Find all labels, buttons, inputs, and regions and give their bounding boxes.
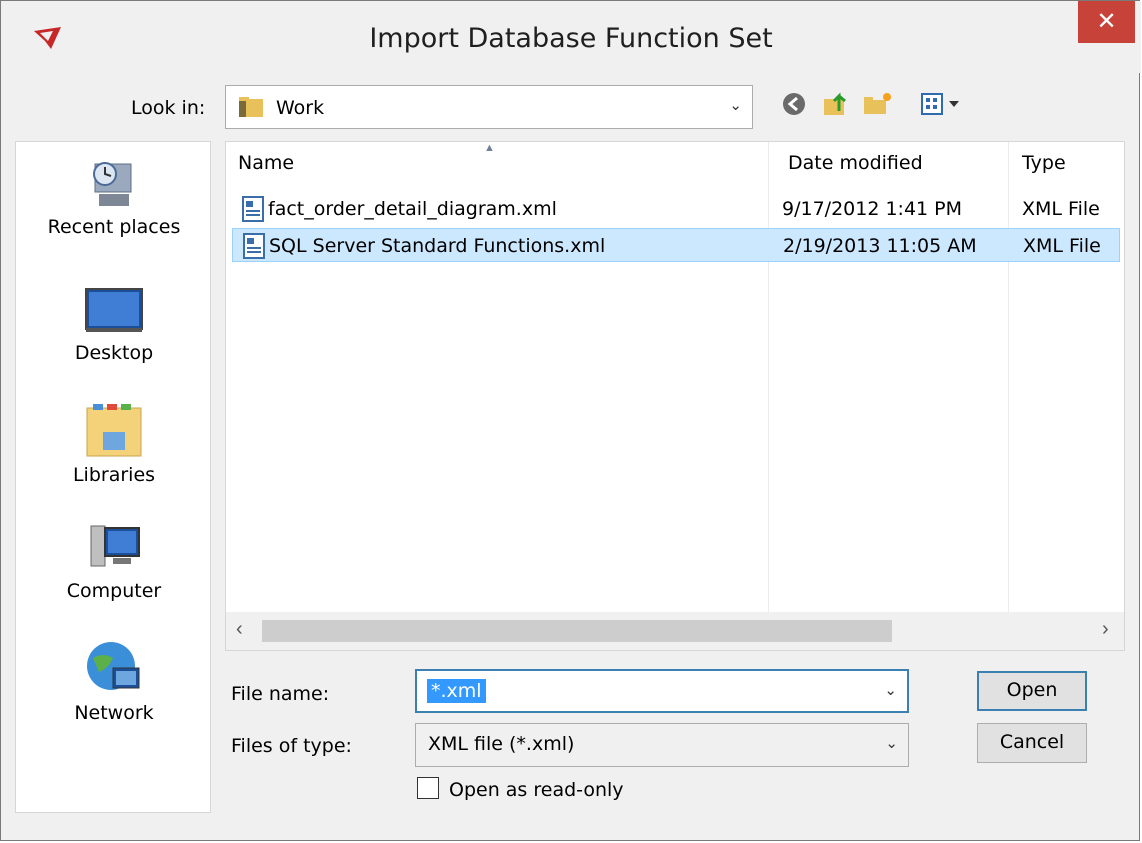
place-libraries[interactable]: Libraries — [16, 400, 212, 486]
chevron-down-icon: ⌄ — [884, 682, 897, 699]
file-row[interactable]: fact_order_detail_diagram.xml 9/17/2012 … — [232, 192, 1120, 226]
file-date: 2/19/2013 11:05 AM — [783, 235, 977, 257]
cancel-button[interactable]: Cancel — [977, 723, 1087, 763]
filename-label: File name: — [231, 683, 330, 705]
filetype-value: XML file (*.xml) — [428, 733, 575, 755]
xml-file-icon — [243, 233, 265, 259]
scroll-right-icon[interactable]: › — [1102, 618, 1109, 641]
place-label: Network — [74, 702, 154, 724]
column-header-name[interactable]: Name — [238, 152, 294, 174]
filename-value: *.xml — [427, 679, 486, 703]
file-name: fact_order_detail_diagram.xml — [268, 198, 557, 220]
filetype-dropdown[interactable]: XML file (*.xml) ⌄ — [415, 723, 909, 767]
chevron-down-icon: ⌄ — [885, 735, 898, 752]
chevron-down-icon: ⌄ — [729, 97, 742, 114]
libraries-icon — [86, 404, 142, 457]
lookin-dropdown[interactable]: Work ⌄ — [225, 85, 753, 129]
window-title: Import Database Function Set — [369, 23, 773, 54]
sort-ascending-icon: ▲ — [484, 142, 495, 154]
scrollbar-thumb[interactable] — [262, 620, 892, 642]
xml-file-icon — [242, 196, 264, 222]
network-icon — [87, 642, 140, 690]
place-desktop[interactable]: Desktop — [16, 284, 212, 364]
new-folder-icon[interactable] — [861, 87, 895, 121]
readonly-label[interactable]: Open as read-only — [449, 779, 624, 801]
places-bar: Recent places Desktop Libraries Computer… — [15, 141, 211, 813]
open-button[interactable]: Open — [977, 671, 1087, 711]
desktop-icon — [85, 288, 143, 332]
filename-input[interactable]: *.xml ⌄ — [415, 669, 909, 713]
column-header-date[interactable]: Date modified — [788, 152, 923, 174]
filetype-label: Files of type: — [231, 735, 352, 757]
place-label: Computer — [66, 580, 162, 602]
view-menu-icon[interactable] — [917, 87, 965, 121]
place-label: Libraries — [72, 464, 156, 486]
place-network[interactable]: Network — [16, 638, 212, 724]
file-list[interactable]: ▲ Name Date modified Type fact_order_det… — [225, 141, 1125, 651]
column-header-type[interactable]: Type — [1022, 152, 1066, 174]
back-icon[interactable] — [777, 87, 811, 121]
folder-icon — [239, 97, 263, 117]
place-recent-places[interactable]: Recent places — [16, 154, 212, 238]
file-type: XML File — [1022, 198, 1100, 220]
scroll-left-icon[interactable]: ‹ — [236, 618, 243, 641]
title-bar: Import Database Function Set ✕ — [1, 1, 1141, 73]
place-label: Recent places — [47, 216, 181, 238]
up-folder-icon[interactable] — [819, 87, 853, 121]
file-date: 9/17/2012 1:41 PM — [782, 198, 963, 220]
recent-places-icon — [93, 162, 132, 206]
lookin-label: Look in: — [131, 97, 206, 119]
lookin-value: Work — [276, 97, 325, 119]
close-button[interactable]: ✕ — [1078, 1, 1135, 43]
file-name: SQL Server Standard Functions.xml — [269, 235, 606, 257]
computer-icon — [90, 525, 140, 567]
place-label: Desktop — [74, 342, 154, 364]
readonly-checkbox[interactable] — [417, 777, 439, 799]
file-row-selected[interactable]: SQL Server Standard Functions.xml 2/19/2… — [232, 228, 1120, 262]
import-dialog: Import Database Function Set ✕ Look in: … — [0, 0, 1141, 841]
horizontal-scrollbar[interactable]: ‹ › — [226, 612, 1124, 650]
file-type: XML File — [1023, 235, 1101, 257]
place-computer[interactable]: Computer — [16, 520, 212, 602]
